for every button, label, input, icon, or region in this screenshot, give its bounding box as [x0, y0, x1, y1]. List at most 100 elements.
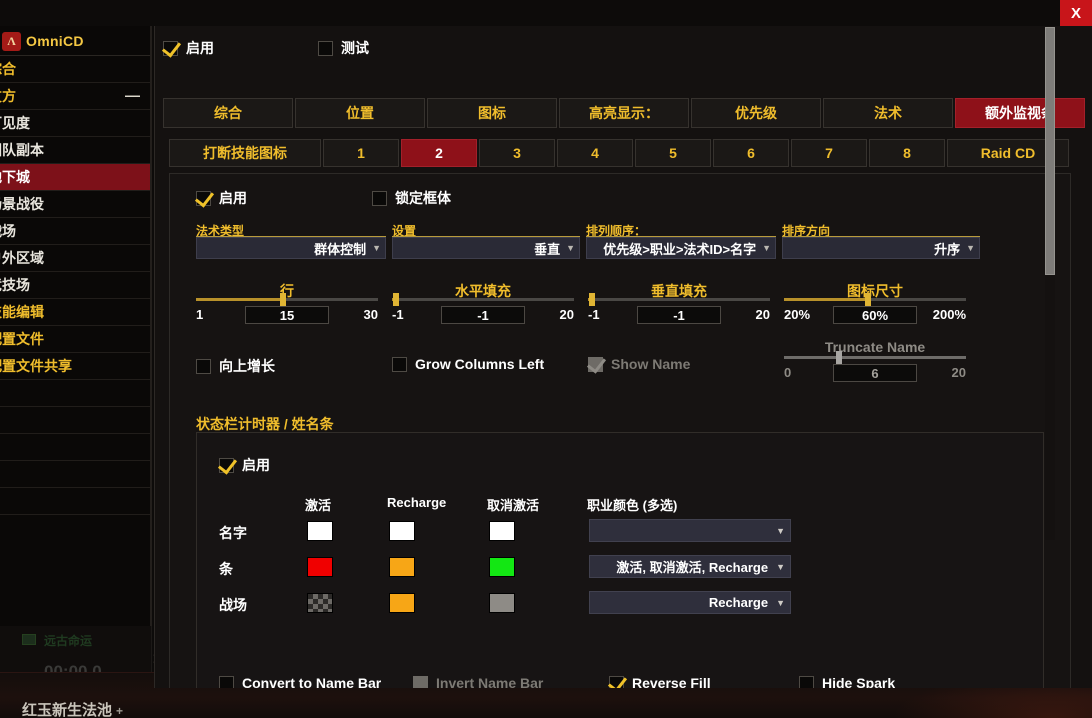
slider-track-1[interactable] — [392, 298, 574, 301]
dropdown-3[interactable]: 升序 ▼ — [782, 237, 980, 259]
color-swatch-r2-c2[interactable] — [489, 593, 515, 613]
sidebar-item-9[interactable]: 技能编辑 — [0, 299, 150, 326]
checkbox-box-enable[interactable] — [163, 40, 178, 56]
statusbar-bottom-checkbox-2[interactable]: Reverse Fill — [609, 675, 711, 688]
sidebar-item-5[interactable]: 场景战役 — [0, 191, 150, 218]
class-color-dropdown-0[interactable]: ▼ — [589, 519, 791, 542]
color-swatch-r0-c2[interactable] — [489, 521, 515, 541]
slider-value-3[interactable]: 60% — [833, 306, 917, 324]
sidebar-item-0[interactable]: 综合 — [0, 56, 150, 83]
slider-knob-2[interactable] — [588, 293, 595, 306]
sidebar-item-3[interactable]: 团队副本 — [0, 137, 150, 164]
color-swatch-r2-c0[interactable] — [307, 593, 333, 613]
checkbox-box-statusbar-enable[interactable] — [219, 457, 234, 473]
tab-main-5[interactable]: 法术 — [823, 98, 953, 128]
chevron-down-icon[interactable]: ▼ — [762, 243, 771, 253]
tab-sub-5[interactable]: 5 — [635, 139, 711, 167]
statusbar-bottom-checkbox-3[interactable]: Hide Spark — [799, 675, 895, 688]
truncate-slider-track[interactable] — [784, 356, 966, 359]
tab-main-0[interactable]: 综合 — [163, 98, 293, 128]
collapse-icon[interactable]: — — [125, 88, 140, 105]
checkbox-box-grow-0[interactable] — [196, 358, 211, 374]
chevron-down-icon[interactable]: ▼ — [776, 562, 785, 572]
slider-2[interactable]: 垂直填充 -1 20 -1 — [588, 283, 770, 328]
tab-main-4[interactable]: 优先级 — [691, 98, 821, 128]
sidebar-item-1[interactable]: 友方 — — [0, 83, 150, 110]
truncate-slider-value[interactable]: 6 — [833, 364, 917, 382]
lock-frame-checkbox[interactable]: 锁定框体 — [372, 188, 451, 208]
tab-main-2[interactable]: 图标 — [427, 98, 557, 128]
sidebar-item-4[interactable]: 地下城 — [0, 164, 150, 191]
grow-option-checkbox-1[interactable]: Grow Columns Left — [392, 356, 544, 372]
sidebar-item-8[interactable]: 竞技场 — [0, 272, 150, 299]
truncate-slider-wrap[interactable]: Truncate Name 0 20 6 — [784, 339, 966, 386]
statusbar-enable-checkbox[interactable]: 启用 — [219, 455, 270, 475]
sidebar-item-2[interactable]: 可见度 — [0, 110, 150, 137]
tab-sub-8[interactable]: 8 — [869, 139, 945, 167]
cast-icon — [22, 634, 36, 645]
checkbox-box-lock-frame[interactable] — [372, 190, 387, 206]
checkbox-box-bottom-0[interactable] — [219, 675, 234, 688]
tab-sub-1[interactable]: 1 — [323, 139, 399, 167]
dropdown-0[interactable]: 群体控制 ▼ — [196, 237, 386, 259]
dropdown-2[interactable]: 优先级>职业>法术ID>名字 ▼ — [586, 237, 776, 259]
tab-sub-2[interactable]: 2 — [401, 139, 477, 167]
sidebar-item-6[interactable]: 战场 — [0, 218, 150, 245]
slider-value-1[interactable]: -1 — [441, 306, 525, 324]
sidebar-item-11[interactable]: 配置文件共享 — [0, 353, 150, 380]
color-swatch-r0-c0[interactable] — [307, 521, 333, 541]
grow-option-checkbox-2[interactable]: Show Name — [588, 356, 690, 372]
tab-sub-6[interactable]: 6 — [713, 139, 789, 167]
scrollbar-thumb[interactable] — [1045, 27, 1055, 275]
dropdown-1[interactable]: 垂直 ▼ — [392, 237, 580, 259]
statusbar-bottom-checkbox-0[interactable]: Convert to Name Bar — [219, 675, 381, 688]
class-color-dropdown-2[interactable]: Recharge ▼ — [589, 591, 791, 614]
color-swatch-r0-c1[interactable] — [389, 521, 415, 541]
slider-knob-1[interactable] — [392, 293, 399, 306]
content-enable-checkbox[interactable]: 启用 — [196, 188, 372, 208]
slider-3[interactable]: 图标尺寸 20% 200% 60% — [784, 283, 966, 328]
chevron-down-icon[interactable]: ▼ — [566, 243, 575, 253]
chevron-down-icon[interactable]: ▼ — [372, 243, 381, 253]
test-checkbox[interactable]: 测试 — [318, 38, 369, 58]
grow-option-checkbox-0[interactable]: 向上增长 — [196, 356, 275, 376]
slider-track-2[interactable] — [588, 298, 770, 301]
color-swatch-r2-c1[interactable] — [389, 593, 415, 613]
chevron-down-icon[interactable]: ▼ — [776, 526, 785, 536]
statusbar-bottom-checkbox-1[interactable]: Invert Name Bar — [413, 675, 543, 688]
slider-knob-3[interactable] — [864, 293, 871, 306]
checkbox-box-bottom-3[interactable] — [799, 675, 814, 688]
enable-checkbox[interactable]: 启用 — [163, 38, 318, 58]
sidebar-item-7[interactable]: 户外区域 — [0, 245, 150, 272]
close-button[interactable]: X — [1060, 0, 1092, 26]
checkbox-box-grow-2[interactable] — [588, 356, 603, 372]
tab-sub-4[interactable]: 4 — [557, 139, 633, 167]
tab-sub-7[interactable]: 7 — [791, 139, 867, 167]
slider-track-3[interactable] — [784, 298, 966, 301]
sidebar-empty-row — [0, 434, 150, 461]
class-color-dropdown-1[interactable]: 激活, 取消激活, Recharge ▼ — [589, 555, 791, 578]
checkbox-box-test[interactable] — [318, 40, 333, 56]
tab-sub-0[interactable]: 打断技能图标 — [169, 139, 321, 167]
sidebar-item-10[interactable]: 配置文件 — [0, 326, 150, 353]
chevron-down-icon[interactable]: ▼ — [966, 243, 975, 253]
checkbox-box-content-enable[interactable] — [196, 190, 211, 206]
color-swatch-r1-c0[interactable] — [307, 557, 333, 577]
slider-knob-0[interactable] — [280, 293, 287, 306]
chevron-down-icon[interactable]: ▼ — [776, 598, 785, 608]
tab-main-6[interactable]: 额外监视条 — [955, 98, 1085, 128]
color-swatch-r1-c2[interactable] — [489, 557, 515, 577]
tab-sub-3[interactable]: 3 — [479, 139, 555, 167]
slider-value-2[interactable]: -1 — [637, 306, 721, 324]
slider-0[interactable]: 行 1 30 15 — [196, 283, 378, 328]
tab-main-1[interactable]: 位置 — [295, 98, 425, 128]
slider-1[interactable]: 水平填充 -1 20 -1 — [392, 283, 574, 328]
checkbox-box-bottom-2[interactable] — [609, 675, 624, 688]
tab-main-3[interactable]: 高亮显示： — [559, 98, 689, 128]
slider-track-0[interactable] — [196, 298, 378, 301]
color-swatch-r1-c1[interactable] — [389, 557, 415, 577]
checkbox-box-bottom-1[interactable] — [413, 675, 428, 688]
checkbox-box-grow-1[interactable] — [392, 356, 407, 372]
slider-value-0[interactable]: 15 — [245, 306, 329, 324]
truncate-slider-knob[interactable] — [835, 351, 842, 364]
